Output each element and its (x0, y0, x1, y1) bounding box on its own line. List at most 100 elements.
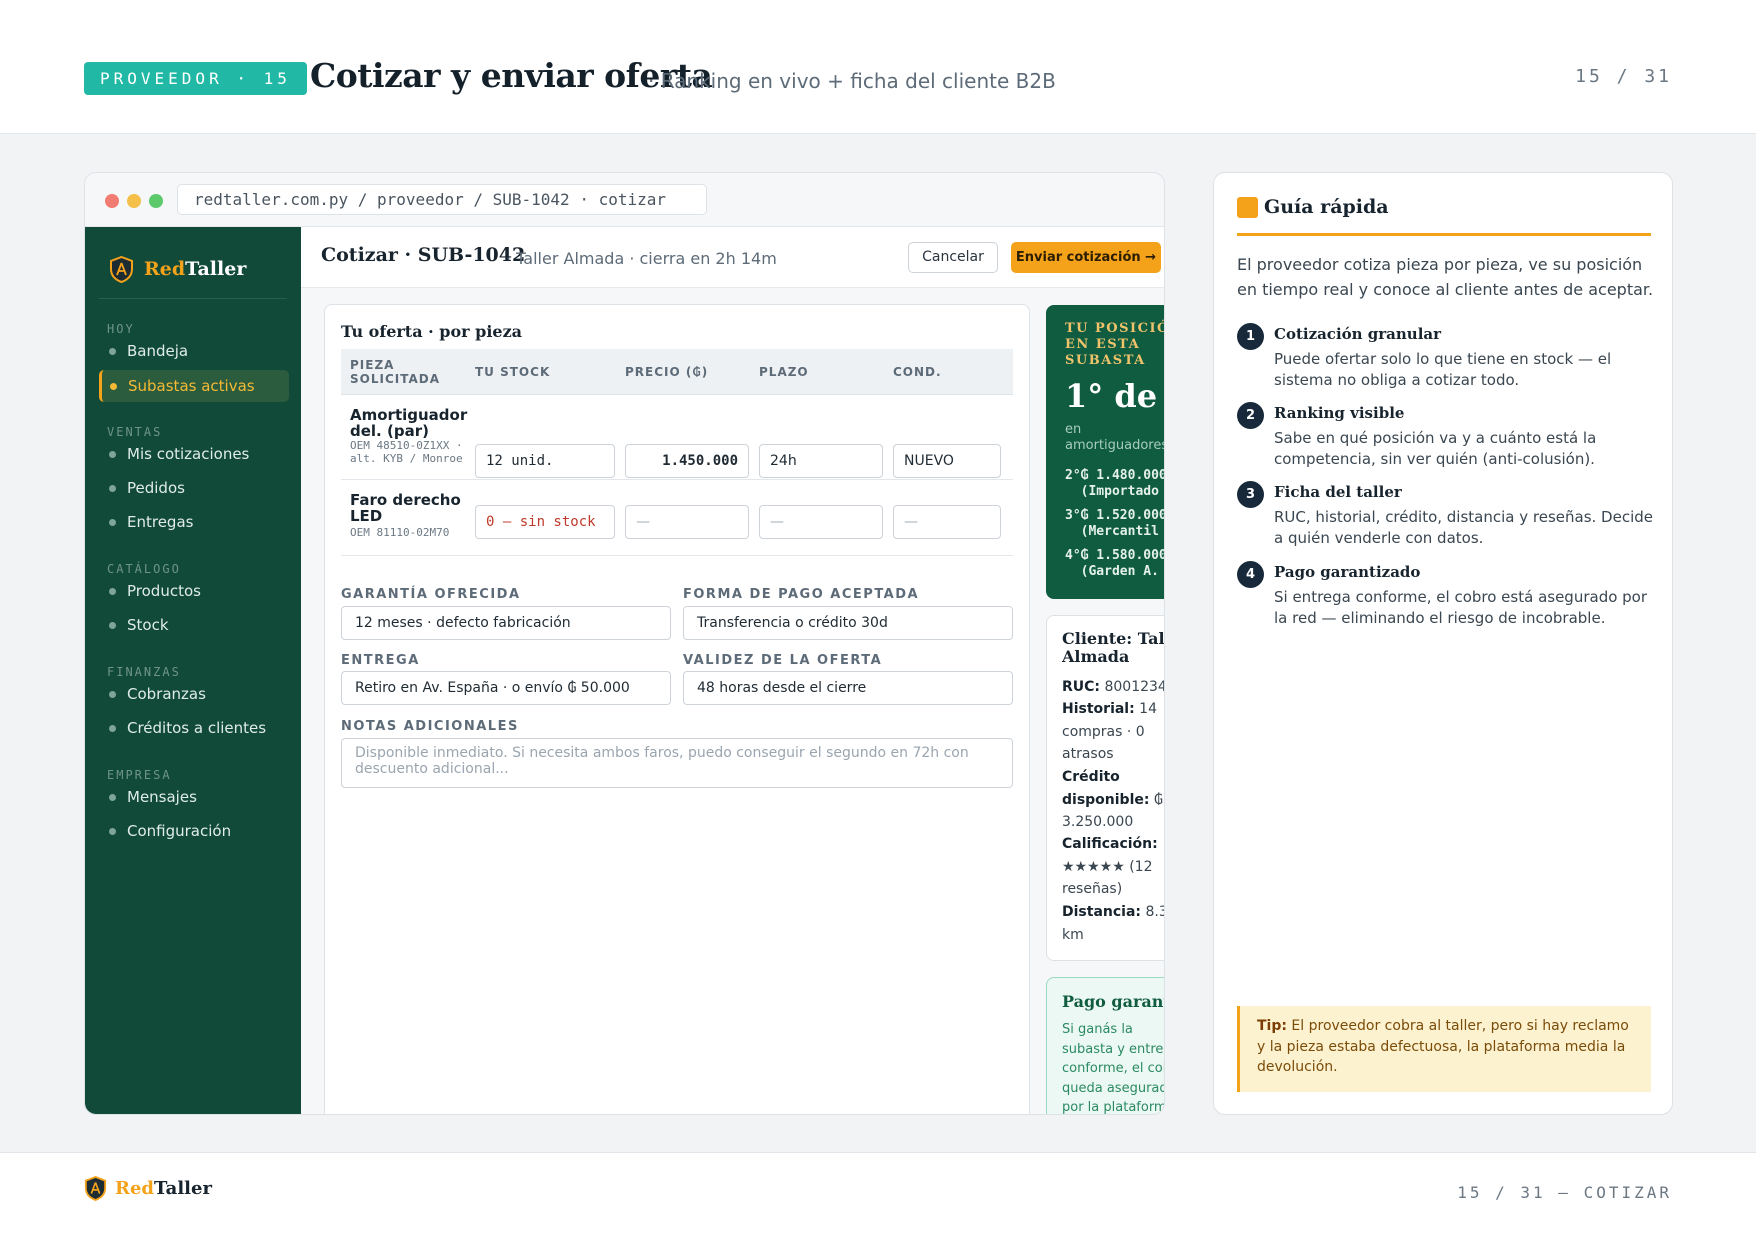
col-stock: TU STOCK (475, 365, 551, 379)
notes-textarea[interactable]: Disponible inmediato. Si necesita ambos … (341, 738, 1013, 788)
sidebar-item-cobranzas[interactable]: Cobranzas (99, 678, 289, 710)
ranking-subtitle: en amortiguadores (1065, 422, 1165, 453)
browser-titlebar: redtaller.com.py / proveedor / SUB-1042 … (85, 173, 1164, 227)
page-number: 15 / 31 (1575, 66, 1672, 87)
app-logo[interactable]: RedTaller (109, 249, 246, 289)
col-cond: COND. (893, 365, 942, 379)
bullet-icon (109, 827, 116, 835)
step-title: Ficha del taller (1274, 483, 1402, 501)
page-meta: · Taller Almada · cierra en 2h 14m (506, 249, 777, 268)
term-field[interactable]: — (759, 505, 883, 539)
client-distance: Distancia: 8.3 km (1062, 904, 1164, 943)
col-plazo: PLAZO (759, 365, 809, 379)
section-badge: PROVEEDOR · 15 (84, 62, 307, 95)
bullet-icon (109, 587, 116, 595)
delivery-field[interactable]: Retiro en Av. España · o envío ₲ 50.000 (341, 671, 671, 705)
tip-box: Tip: El proveedor cobra al taller, pero … (1237, 1006, 1651, 1092)
sidebar-section-catalogo: CATÁLOGO (107, 562, 181, 576)
sidebar-item-pedidos[interactable]: Pedidos (99, 472, 289, 504)
part-name: Faro derecho LED (350, 491, 461, 525)
ranking-item: 3°₲ 1.520.000 (Mercantil (1065, 508, 1165, 539)
client-history: Historial: 14 compras · 0 atrasos (1062, 701, 1157, 762)
sidebar-section-ventas: VENTAS (107, 425, 163, 439)
validity-field[interactable]: 48 horas desde el cierre (683, 671, 1013, 705)
sidebar-item-configuracion[interactable]: Configuración (99, 815, 289, 847)
footer-logo-text: RedTaller (115, 1178, 212, 1199)
main-content: Tu oferta · por pieza PIEZA SOLICITADA T… (301, 288, 1164, 1114)
validity-label: VALIDEZ DE LA OFERTA (683, 653, 883, 668)
step-number: 2 (1237, 402, 1264, 429)
condition-field[interactable]: — (893, 505, 1001, 539)
ranking-position: 1° de 6 (1065, 377, 1164, 415)
step-number: 1 (1237, 323, 1264, 350)
step-title: Cotización granular (1274, 325, 1442, 343)
minimize-dot[interactable] (127, 194, 141, 208)
warranty-field[interactable]: 12 meses · defecto fabricación (341, 606, 671, 640)
sidebar-item-mensajes[interactable]: Mensajes (99, 781, 289, 813)
payment-label: FORMA DE PAGO ACEPTADA (683, 587, 920, 602)
col-pieza: PIEZA SOLICITADA (350, 358, 441, 386)
sidebar-item-productos[interactable]: Productos (99, 575, 289, 607)
sidebar-section-finanzas: FINANZAS (107, 665, 181, 679)
guide-intro: El proveedor cotiza pieza por pieza, ve … (1237, 255, 1654, 299)
step-title: Pago garantizado (1274, 563, 1421, 581)
condition-field[interactable]: NUEVO (893, 444, 1001, 478)
client-rating: Calificación: ★★★★★ (12 reseñas) (1062, 836, 1158, 897)
footer-page-label: 15 / 31 — COTIZAR (1457, 1183, 1672, 1202)
part-name: Amortiguador del. (par) (350, 406, 468, 440)
payment-field[interactable]: Transferencia o crédito 30d (683, 606, 1013, 640)
ranking-card: TU POSICIÓN EN ESTA SUBASTA 1° de 6 en a… (1046, 305, 1165, 599)
guide-square-icon (1237, 197, 1258, 218)
bullet-icon (109, 621, 116, 629)
step-number: 3 (1237, 481, 1264, 508)
notes-label: NOTAS ADICIONALES (341, 719, 519, 734)
sidebar-section-hoy: HOY (107, 322, 135, 336)
ranking-heading: TU POSICIÓN EN ESTA SUBASTA (1065, 321, 1164, 368)
bullet-icon (109, 518, 116, 526)
slide-footer: RedTaller 15 / 31 — COTIZAR (0, 1152, 1756, 1242)
slide-subtitle: · Ranking en vivo + ficha del cliente B2… (648, 69, 1056, 93)
price-field[interactable]: — (625, 505, 749, 539)
term-field[interactable]: 24h (759, 444, 883, 478)
sidebar-item-mis-cotizaciones[interactable]: Mis cotizaciones (99, 438, 289, 470)
step-text: Si entrega conforme, el cobro está asegu… (1274, 588, 1648, 627)
send-quote-button[interactable]: Enviar cotización → (1011, 242, 1161, 273)
maximize-dot[interactable] (149, 194, 163, 208)
client-card: Cliente: Taller Almada RUC: 8001234 Hist… (1046, 615, 1165, 961)
bullet-icon (109, 724, 116, 732)
client-ruc: RUC: 8001234 (1062, 679, 1165, 695)
client-heading: Cliente: Taller Almada (1062, 629, 1165, 666)
step-text: RUC, historial, crédito, distancia y res… (1274, 508, 1653, 547)
sidebar-divider (99, 298, 287, 299)
offer-heading: Tu oferta · por pieza (341, 322, 523, 341)
browser-window: redtaller.com.py / proveedor / SUB-1042 … (84, 172, 1165, 1115)
slide-header: PROVEEDOR · 15 Cotizar y enviar oferta ·… (0, 0, 1756, 134)
app-sidebar: RedTaller HOY Bandeja Subastas activas V… (85, 227, 301, 1114)
step-text: Puede ofertar solo lo que tiene en stock… (1274, 350, 1612, 389)
sidebar-item-stock[interactable]: Stock (99, 609, 289, 641)
stock-field[interactable]: 12 unid. (475, 444, 615, 478)
price-field[interactable]: 1.450.000 (625, 444, 749, 478)
sidebar-item-subastas-activas[interactable]: Subastas activas (99, 370, 289, 402)
sidebar-item-bandeja[interactable]: Bandeja (99, 335, 289, 367)
step-title: Ranking visible (1274, 404, 1405, 422)
step-text: Sabe en qué posición va y a cuánto está … (1274, 429, 1597, 468)
payment-guarantee-text: Si ganás la subasta y entregás conforme,… (1062, 1022, 1164, 1115)
bullet-icon (109, 484, 116, 492)
app-logo-text: RedTaller (144, 258, 247, 280)
delivery-label: ENTREGA (341, 653, 420, 668)
client-credit: Crédito disponible: ₲ 3.250.000 (1062, 769, 1163, 830)
bullet-icon (109, 793, 116, 801)
cancel-button[interactable]: Cancelar (908, 242, 998, 273)
url-bar[interactable]: redtaller.com.py / proveedor / SUB-1042 … (177, 184, 707, 215)
sidebar-item-entregas[interactable]: Entregas (99, 506, 289, 538)
close-dot[interactable] (105, 194, 119, 208)
sidebar-item-creditos[interactable]: Créditos a clientes (99, 712, 289, 744)
payment-guarantee-heading: Pago garantizado (1062, 992, 1164, 1011)
guide-panel: Guía rápida El proveedor cotiza pieza po… (1213, 172, 1673, 1115)
page-title: Cotizar · SUB-1042 (321, 244, 526, 266)
warranty-label: GARANTÍA OFRECIDA (341, 587, 521, 602)
shield-logo-icon (110, 255, 133, 283)
stock-field[interactable]: 0 — sin stock (475, 505, 615, 539)
table-row: Amortiguador del. (par) OEM 48510-0Z1XX … (341, 395, 1013, 480)
